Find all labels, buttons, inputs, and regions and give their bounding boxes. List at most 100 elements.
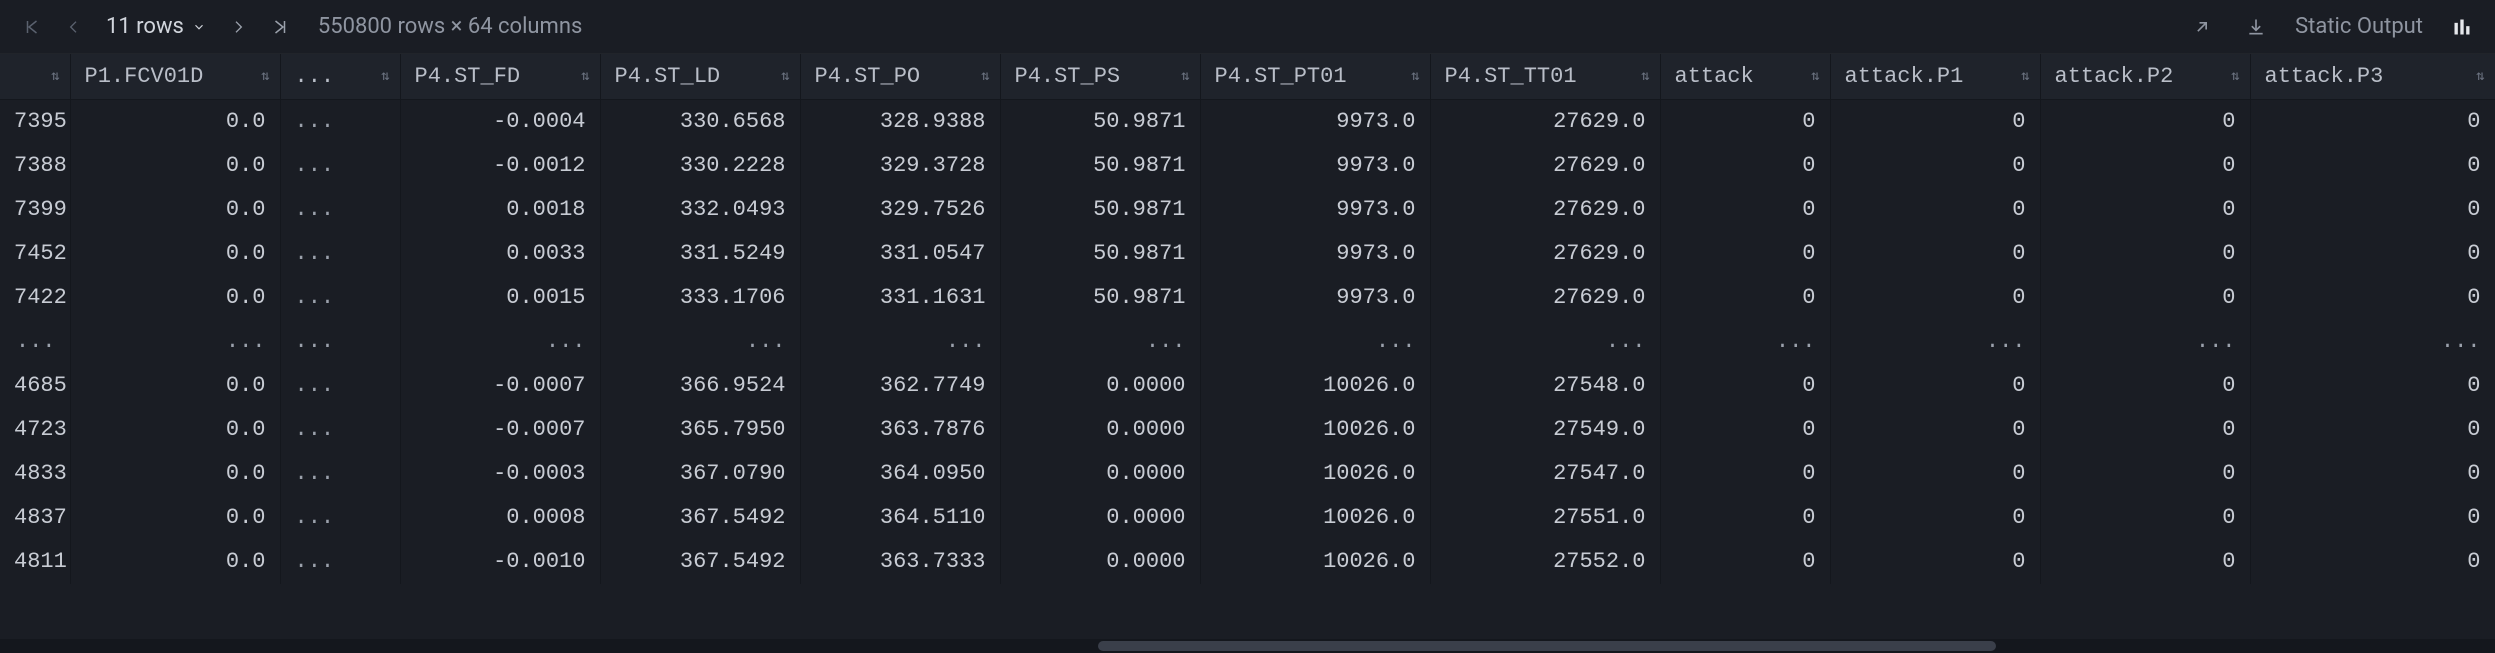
column-header[interactable]: P4.ST_PS⇅: [1000, 54, 1200, 100]
table-cell: 0: [2040, 276, 2250, 320]
table-row[interactable]: 74220.0...0.0015333.1706331.163150.98719…: [0, 276, 2495, 320]
page-next-button[interactable]: [224, 13, 252, 41]
table-cell: 364.5110: [800, 496, 1000, 540]
popout-button[interactable]: [2187, 12, 2217, 42]
sort-icon: ⇅: [581, 70, 589, 84]
column-header[interactable]: P4.ST_TT01⇅: [1430, 54, 1660, 100]
table-cell: 27547.0: [1430, 452, 1660, 496]
table-cell: 0: [2250, 144, 2495, 188]
table-cell: 4685: [0, 364, 70, 408]
table-cell: ...: [280, 188, 400, 232]
table-cell: 331.1631: [800, 276, 1000, 320]
chevron-down-icon: [192, 20, 206, 34]
page-last-button[interactable]: [266, 13, 294, 41]
table-cell: ...: [280, 276, 400, 320]
table-cell: 0: [1660, 540, 1830, 584]
table-cell: 0: [1830, 540, 2040, 584]
column-header[interactable]: attack.P3⇅: [2250, 54, 2495, 100]
column-header[interactable]: P4.ST_PT01⇅: [1200, 54, 1430, 100]
table-cell: 9973.0: [1200, 276, 1430, 320]
table-cell: 0.0: [70, 408, 280, 452]
table-cell: ...: [280, 100, 400, 144]
table-cell: 50.9871: [1000, 100, 1200, 144]
table-cell: 0: [1830, 408, 2040, 452]
data-table-wrapper: ⇅ P1.FCV01D⇅ ...⇅ P4.ST_FD⇅ P4.ST_LD⇅ P4…: [0, 54, 2495, 639]
table-cell: ...: [280, 320, 400, 364]
table-cell: 27551.0: [1430, 496, 1660, 540]
table-cell: 0: [1830, 496, 2040, 540]
table-cell: 0.0: [70, 276, 280, 320]
table-cell: 331.5249: [600, 232, 800, 276]
table-cell: 0.0: [70, 364, 280, 408]
static-output-toggle[interactable]: Static Output: [2295, 14, 2423, 39]
table-cell: 0: [1830, 364, 2040, 408]
table-cell: 0: [2040, 232, 2250, 276]
table-cell: ...: [280, 364, 400, 408]
table-cell: 9973.0: [1200, 232, 1430, 276]
table-row[interactable]: .......................................: [0, 320, 2495, 364]
table-cell: 0.0: [70, 100, 280, 144]
table-cell: 362.7749: [800, 364, 1000, 408]
table-cell: 50.9871: [1000, 144, 1200, 188]
table-row[interactable]: 73990.0...0.0018332.0493329.752650.98719…: [0, 188, 2495, 232]
sort-icon: ⇅: [781, 70, 789, 84]
page-prev-button[interactable]: [60, 13, 88, 41]
column-header[interactable]: attack⇅: [1660, 54, 1830, 100]
table-cell: ...: [600, 320, 800, 364]
column-header[interactable]: P4.ST_FD⇅: [400, 54, 600, 100]
column-header[interactable]: P4.ST_LD⇅: [600, 54, 800, 100]
sort-icon: ⇅: [1641, 70, 1649, 84]
table-row[interactable]: 73880.0...-0.0012330.2228329.372850.9871…: [0, 144, 2495, 188]
table-cell: 0: [2040, 188, 2250, 232]
column-header[interactable]: ...⇅: [280, 54, 400, 100]
scrollbar-thumb[interactable]: [1098, 641, 1996, 651]
table-cell: 367.5492: [600, 540, 800, 584]
table-row[interactable]: 74520.0...0.0033331.5249331.054750.98719…: [0, 232, 2495, 276]
dimensions-label: 550800 rows × 64 columns: [318, 14, 583, 39]
table-cell: 330.6568: [600, 100, 800, 144]
table-cell: 4723: [0, 408, 70, 452]
sort-icon: ⇅: [1181, 70, 1189, 84]
table-cell: 9973.0: [1200, 100, 1430, 144]
table-row[interactable]: 48330.0...-0.0003367.0790364.09500.00001…: [0, 452, 2495, 496]
table-cell: 0: [1830, 144, 2040, 188]
table-cell: 0.0: [70, 232, 280, 276]
table-row[interactable]: 47230.0...-0.0007365.7950363.78760.00001…: [0, 408, 2495, 452]
table-cell: 0.0000: [1000, 408, 1200, 452]
column-header[interactable]: P4.ST_PO⇅: [800, 54, 1000, 100]
download-button[interactable]: [2241, 12, 2271, 42]
table-row[interactable]: 73950.0...-0.0004330.6568328.938850.9871…: [0, 100, 2495, 144]
column-header[interactable]: attack.P2⇅: [2040, 54, 2250, 100]
table-cell: ...: [800, 320, 1000, 364]
table-cell: 329.3728: [800, 144, 1000, 188]
column-header[interactable]: ⇅: [0, 54, 70, 100]
table-cell: 27629.0: [1430, 100, 1660, 144]
table-cell: 0: [2040, 100, 2250, 144]
table-cell: 0: [1660, 188, 1830, 232]
toolbar-left: 11 rows 550800 rows × 64 columns: [18, 13, 582, 41]
download-icon: [2246, 17, 2266, 37]
arrow-up-right-icon: [2192, 17, 2212, 37]
table-cell: 7388: [0, 144, 70, 188]
table-row[interactable]: 48370.0...0.0008367.5492364.51100.000010…: [0, 496, 2495, 540]
column-header[interactable]: P1.FCV01D⇅: [70, 54, 280, 100]
table-cell: 27629.0: [1430, 276, 1660, 320]
table-cell: ...: [280, 144, 400, 188]
table-row[interactable]: 46850.0...-0.0007366.9524362.77490.00001…: [0, 364, 2495, 408]
table-cell: 333.1706: [600, 276, 800, 320]
table-cell: 4837: [0, 496, 70, 540]
table-row[interactable]: 48110.0...-0.0010367.5492363.73330.00001…: [0, 540, 2495, 584]
table-cell: -0.0012: [400, 144, 600, 188]
table-cell: 330.2228: [600, 144, 800, 188]
page-first-button[interactable]: [18, 13, 46, 41]
column-header[interactable]: attack.P1⇅: [1830, 54, 2040, 100]
table-cell: 0.0000: [1000, 540, 1200, 584]
table-cell: 367.5492: [600, 496, 800, 540]
table-cell: 50.9871: [1000, 232, 1200, 276]
rows-dropdown[interactable]: 11 rows: [102, 14, 210, 39]
layout-button[interactable]: [2447, 12, 2477, 42]
horizontal-scrollbar[interactable]: [0, 639, 2495, 653]
table-cell: ...: [70, 320, 280, 364]
table-cell: ...: [1000, 320, 1200, 364]
table-cell: -0.0007: [400, 408, 600, 452]
